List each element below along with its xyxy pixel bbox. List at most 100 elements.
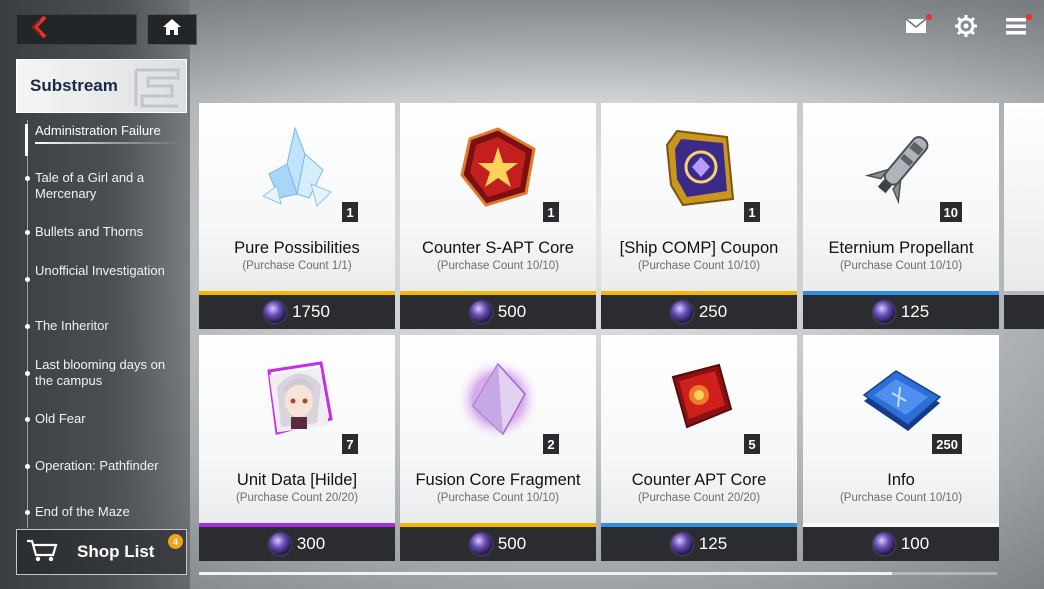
- item-quantity: 2: [543, 434, 559, 454]
- item-price: 250: [698, 302, 728, 321]
- item-name: Pure Possibilities: [234, 239, 360, 257]
- shop-item-card[interactable]: 7 Unit Data [Hilde] (Purchase Count 20/2…: [199, 335, 395, 561]
- sidebar-item-label: Last blooming days on the campus: [35, 357, 166, 388]
- item-name: Info: [887, 471, 915, 489]
- item-quantity: 5: [744, 434, 760, 454]
- sidebar-item-label: Tale of a Girl and a Mercenary: [35, 170, 145, 201]
- price-bar: 500: [400, 295, 596, 329]
- sidebar-item-bullets-and-thorns[interactable]: Bullets and Thorns: [22, 224, 182, 240]
- sidebar-item-label: The Inheritor: [35, 318, 109, 333]
- character-portrait-icon: [199, 349, 395, 449]
- item-price: 300: [296, 534, 326, 553]
- top-right-toolbar: [904, 14, 1032, 42]
- substream-emblem-icon: [132, 66, 182, 112]
- gold-coupon-icon: [601, 117, 797, 217]
- item-price: 125: [900, 302, 930, 321]
- purchase-count: (Purchase Count 10/10): [839, 492, 963, 504]
- shop-item-card[interactable]: 1 Counter S-APT Core (Purchase Count 10/…: [400, 103, 596, 329]
- sidebar-item-tale-of-a-girl[interactable]: Tale of a Girl and a Mercenary: [22, 170, 182, 202]
- currency-orb-icon: [268, 533, 291, 555]
- mail-button[interactable]: [904, 14, 932, 40]
- sidebar-item-label: End of the Maze: [35, 504, 130, 519]
- price-bar: 125: [601, 527, 797, 561]
- price-bar: [1004, 295, 1044, 329]
- purchase-count: (Purchase Count 10/10): [839, 260, 963, 272]
- rocket-icon: [803, 117, 999, 217]
- purchase-count: (Purchase Count 10/10): [436, 492, 560, 504]
- settings-button[interactable]: [954, 14, 978, 42]
- purchase-count: (Purchase Count 20/20): [637, 492, 761, 504]
- price-bar: 125: [803, 295, 999, 329]
- shop-item-card[interactable]: 10 Eternium Propellant (Purchase Count 1…: [803, 103, 999, 329]
- bullet-dot: [25, 324, 30, 329]
- sidebar-item-label: Unofficial Investigation: [35, 263, 165, 278]
- substream-tab-label: Substream: [30, 76, 118, 95]
- shop-list-button[interactable]: Shop List 4: [16, 529, 187, 575]
- bullet-dot: [25, 129, 30, 134]
- currency-orb-icon: [469, 533, 492, 555]
- sidebar-item-label: Bullets and Thorns: [35, 224, 144, 239]
- gear-icon: [955, 14, 977, 42]
- red-core-small-icon: [601, 349, 797, 449]
- top-haze: [190, 0, 1044, 100]
- item-quantity: 7: [342, 434, 358, 454]
- sidebar-item-end-of-the-maze[interactable]: End of the Maze: [22, 504, 182, 520]
- bullet-dot: [25, 371, 30, 376]
- shop-item-card[interactable]: 1 Pure Possibilities (Purchase Count 1/1…: [199, 103, 395, 329]
- sidebar-item-label: Operation: Pathfinder: [35, 458, 159, 473]
- item-quantity: 1: [744, 202, 760, 222]
- substream-tab[interactable]: Substream: [16, 59, 187, 113]
- sidebar-item-old-fear[interactable]: Old Fear: [22, 411, 182, 427]
- item-price: 125: [698, 534, 728, 553]
- home-icon: [162, 18, 182, 41]
- shop-list-badge: 4: [168, 534, 183, 549]
- item-quantity: 1: [342, 202, 358, 222]
- currency-orb-icon: [872, 301, 895, 323]
- shop-item-card-partial[interactable]: [1004, 103, 1044, 329]
- sidebar-item-the-inheritor[interactable]: The Inheritor: [22, 318, 182, 334]
- currency-orb-icon: [670, 533, 693, 555]
- purchase-count: (Purchase Count 10/10): [436, 260, 560, 272]
- item-name: [Ship COMP] Coupon: [619, 239, 779, 257]
- currency-orb-icon: [670, 301, 693, 323]
- shop-item-card[interactable]: 2 Fusion Core Fragment (Purchase Count 1…: [400, 335, 596, 561]
- bullet-dot: [25, 176, 30, 181]
- item-name: Unit Data [Hilde]: [236, 471, 358, 489]
- item-price: 1750: [292, 302, 330, 321]
- shop-item-card[interactable]: 1 [Ship COMP] Coupon (Purchase Count 10/…: [601, 103, 797, 329]
- shop-item-card[interactable]: 250 Info (Purchase Count 10/10) 100: [803, 335, 999, 561]
- item-name: Eternium Propellant: [828, 239, 974, 257]
- bullet-dot: [25, 417, 30, 422]
- sidebar-item-unofficial-investigation[interactable]: Unofficial Investigation: [22, 263, 182, 282]
- scrollbar-thumb[interactable]: [199, 572, 892, 575]
- purchase-count: (Purchase Count 20/20): [235, 492, 359, 504]
- item-quantity: 10: [939, 202, 962, 222]
- item-quantity: 1: [543, 202, 559, 222]
- bullet-dot: [25, 277, 30, 282]
- item-name: Fusion Core Fragment: [415, 471, 581, 489]
- price-bar: 300: [199, 527, 395, 561]
- home-button[interactable]: [147, 14, 197, 45]
- price-bar: 500: [400, 527, 596, 561]
- sidebar-item-administration-failure[interactable]: Administration Failure: [22, 123, 182, 144]
- purchase-count: (Purchase Count 1/1): [242, 260, 352, 272]
- price-bar: 1750: [199, 295, 395, 329]
- price-bar: 250: [601, 295, 797, 329]
- info-book-icon: [803, 349, 999, 449]
- sidebar-item-label: Administration Failure: [35, 123, 161, 138]
- menu-button[interactable]: [1004, 14, 1032, 40]
- price-bar: 100: [803, 527, 999, 561]
- sidebar-item-last-blooming-days[interactable]: Last blooming days on the campus: [22, 357, 182, 389]
- sidebar-item-label: Old Fear: [35, 411, 86, 426]
- shop-list-label: Shop List: [77, 542, 155, 561]
- purchase-count: (Purchase Count 10/10): [637, 260, 761, 272]
- item-price: 500: [497, 302, 527, 321]
- item-price: 500: [497, 534, 527, 553]
- crystal-cluster-icon: [199, 117, 395, 217]
- sidebar-item-operation-pathfinder[interactable]: Operation: Pathfinder: [22, 458, 182, 474]
- back-button[interactable]: [16, 14, 137, 45]
- item-quantity: 250: [932, 434, 962, 454]
- cart-icon: [25, 537, 59, 568]
- shop-item-card[interactable]: 5 Counter APT Core (Purchase Count 20/20…: [601, 335, 797, 561]
- purple-crystal-icon: [400, 349, 596, 449]
